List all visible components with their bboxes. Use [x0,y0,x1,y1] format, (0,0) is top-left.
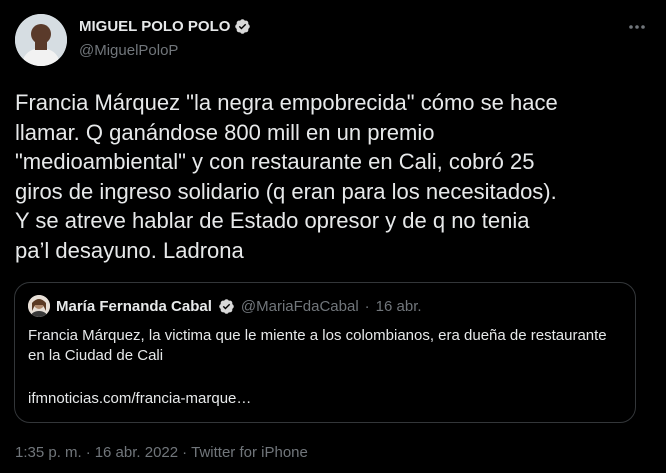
tweet-source[interactable]: Twitter for iPhone [191,444,308,461]
verified-icon [234,18,251,35]
quoted-tweet-text: Francia Márquez, la victima que le mient… [28,327,607,364]
tweet-time[interactable]: 1:35 p. m. [15,444,82,461]
author-name-row: MIGUEL POLO POLO [79,18,251,35]
author-handle[interactable]: @MiguelPoloP [79,42,178,59]
quoted-author-avatar [28,295,50,317]
more-icon[interactable] [626,16,648,38]
author-name[interactable]: MIGUEL POLO POLO [79,18,230,35]
quoted-tweet-header: María Fernanda Cabal @MariaFdaCabal · 16… [28,295,422,317]
tweet-header: MIGUEL POLO POLO @MiguelPoloP [15,14,648,66]
meta-separator: · [85,444,91,461]
quoted-author-name[interactable]: María Fernanda Cabal [56,298,212,315]
tweet-meta: 1:35 p. m. · 16 abr. 2022 · Twitter for … [15,444,308,461]
quoted-tweet-card[interactable]: María Fernanda Cabal @MariaFdaCabal · 16… [14,282,636,423]
quoted-author-handle[interactable]: @MariaFdaCabal [241,298,359,315]
author-avatar[interactable] [15,14,67,66]
verified-icon [218,298,235,315]
tweet-date[interactable]: 16 abr. 2022 [95,444,178,461]
author-avatar-image [15,14,67,66]
quoted-tweet-date[interactable]: 16 abr. [376,298,422,315]
meta-separator: · [182,444,188,461]
quoted-tweet-link[interactable]: ifmnoticias.com/francia-marque… [28,390,251,407]
quoted-separator: · [364,297,370,315]
tweet-text: Francia Márquez "la negra empobrecida" c… [15,90,558,263]
